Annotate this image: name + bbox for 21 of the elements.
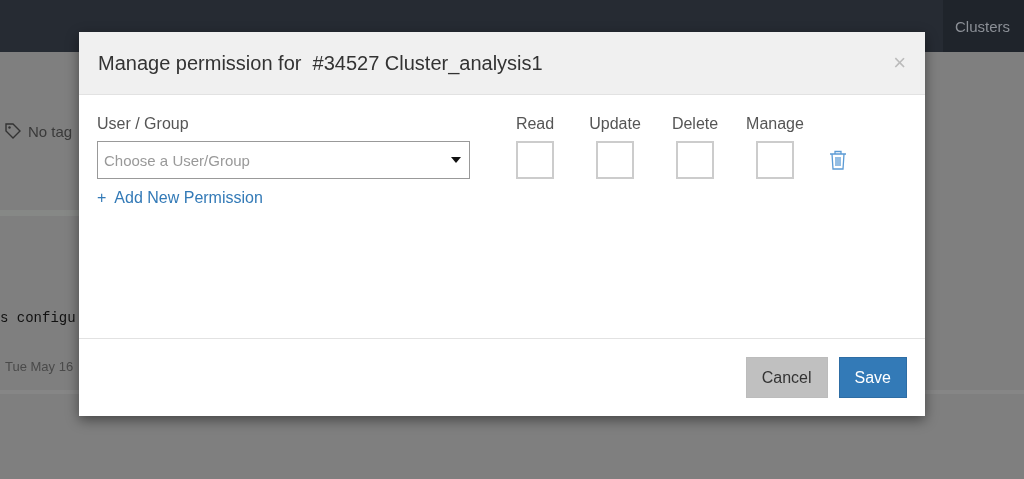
user-group-select[interactable]: Choose a User/Group <box>97 141 470 179</box>
add-permission-link[interactable]: Add New Permission <box>114 189 263 207</box>
caret-icon <box>451 157 461 163</box>
user-group-label: User / Group <box>97 115 190 133</box>
column-header: Delete <box>670 115 720 133</box>
tag-icon <box>4 122 22 140</box>
cancel-button[interactable]: Cancel <box>745 357 828 398</box>
permission-checkbox[interactable] <box>676 141 714 179</box>
nav-item[interactable]: Clusters <box>943 0 1024 52</box>
permission-checkbox[interactable] <box>516 141 554 179</box>
column-header: Read <box>514 115 556 133</box>
column-header: Manage <box>745 115 805 133</box>
plus-icon: + <box>97 189 107 207</box>
permission-checkbox[interactable] <box>596 141 634 179</box>
column-header: Update <box>588 115 642 133</box>
permission-checkbox[interactable] <box>756 141 794 179</box>
save-button[interactable]: Save <box>838 357 907 398</box>
dialog-title: Manage permission for #34527 Cluster_analysis1 <box>98 51 543 75</box>
trash-icon[interactable] <box>829 150 847 170</box>
tag-text: No tag <box>28 122 73 140</box>
config-text: s configu <box>0 310 77 326</box>
